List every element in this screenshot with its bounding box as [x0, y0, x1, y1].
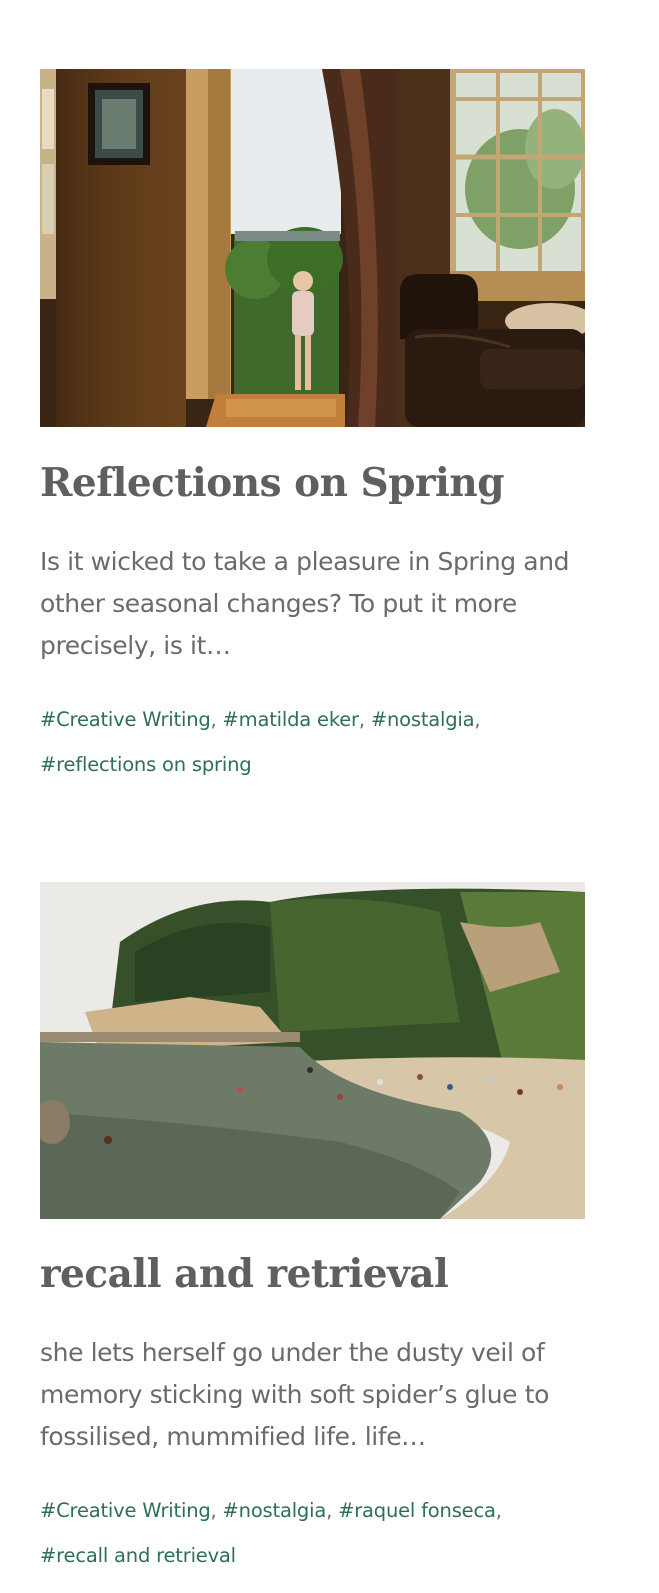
tag-separator: ,: [358, 708, 365, 731]
post-excerpt: Is it wicked to take a pleasure in Sprin…: [40, 547, 570, 660]
post-title[interactable]: recall and retrieval: [40, 1250, 585, 1298]
tag-link-reflections-on-spring[interactable]: #reflections on spring: [40, 753, 252, 776]
interior-doorway-photo: [40, 69, 585, 427]
post-tags: #Creative Writing, #matilda eker, #nosta…: [40, 697, 585, 787]
tag-separator: ,: [210, 1499, 217, 1522]
tag-link-creative-writing[interactable]: #Creative Writing: [40, 708, 211, 731]
tag-separator: ,: [495, 1499, 502, 1522]
beach-cove-photo: [40, 882, 585, 1219]
post-title[interactable]: Reflections on Spring: [40, 459, 585, 507]
post-excerpt: she lets herself go under the dusty veil…: [40, 1338, 549, 1451]
tag-link-nostalgia[interactable]: #nostalgia: [371, 708, 475, 731]
tag-separator: ,: [210, 708, 217, 731]
tag-link-nostalgia[interactable]: #nostalgia: [223, 1499, 327, 1522]
post-tags: #Creative Writing, #nostalgia, #raquel f…: [40, 1488, 585, 1578]
tag-separator: ,: [474, 708, 481, 731]
post-featured-image[interactable]: [40, 69, 585, 427]
post-featured-image[interactable]: [40, 882, 585, 1219]
tag-link-matilda-eker[interactable]: #matilda eker: [223, 708, 360, 731]
post-card: Reflections on Spring Is it wicked to ta…: [40, 69, 585, 787]
tag-link-creative-writing[interactable]: #Creative Writing: [40, 1499, 211, 1522]
tag-link-recall-and-retrieval[interactable]: #recall and retrieval: [40, 1544, 236, 1567]
tag-separator: ,: [326, 1499, 333, 1522]
tag-link-raquel-fonseca[interactable]: #raquel fonseca: [338, 1499, 496, 1522]
post-card: recall and retrieval she lets herself go…: [40, 882, 585, 1578]
